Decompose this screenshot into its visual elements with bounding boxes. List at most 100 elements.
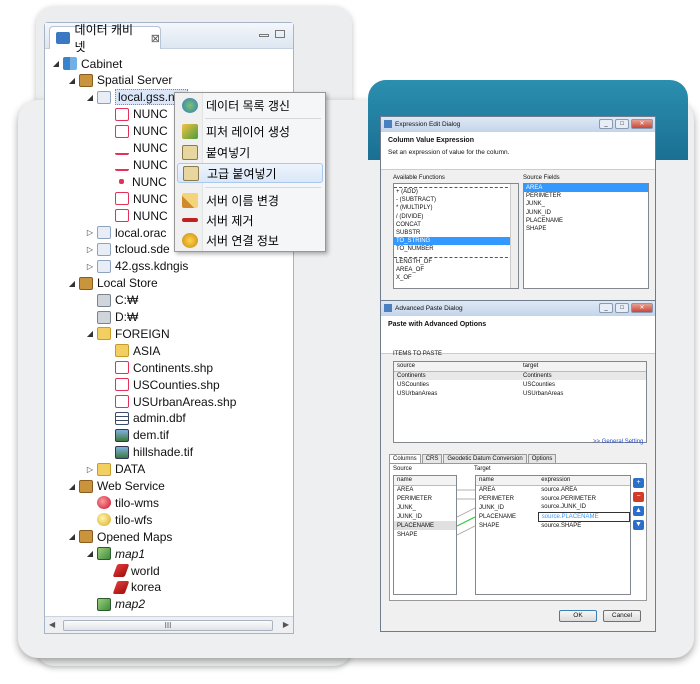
tree-node[interactable]: tilo-wms <box>85 494 159 511</box>
tree-node[interactable]: NUNC <box>103 156 168 173</box>
tree-node[interactable]: ASIA <box>103 342 160 359</box>
source-columns-list[interactable]: name AREA PERIMETER JUNK_ JUNK_ID PLACENAME S… <box>393 475 457 595</box>
maximize-button[interactable] <box>275 30 285 38</box>
functions-list[interactable]: + (ADD) - (SUBTRACT) * (MULTIPLY) / (DIVIDE… <box>393 183 519 289</box>
source-fields-list[interactable]: AREA PERIMETER JUNK_ JUNK_ID PLACENAME SHAPE <box>523 183 649 289</box>
tree-node[interactable]: NUNC <box>103 123 168 140</box>
table-row[interactable]: SHAPE source.SHAPE <box>476 521 630 530</box>
menu-item-connection-info[interactable]: 서버 연결 정보 <box>177 230 323 250</box>
table-row[interactable]: JUNK_ <box>394 503 456 512</box>
table-row[interactable]: PERIMETER source.PERIMETER <box>476 494 630 503</box>
tree-node[interactable]: ◢ Spatial Server <box>67 72 172 89</box>
tab-datum-conversion[interactable]: Geodetic Datum Conversion <box>443 454 527 463</box>
tree-node[interactable]: NUNC <box>103 173 167 190</box>
tree-node[interactable]: dem.tif <box>103 427 169 444</box>
column-header-source[interactable]: source <box>394 362 520 372</box>
close-button[interactable]: ✕ <box>631 119 653 129</box>
scroll-left-icon[interactable]: ◀ <box>49 620 55 629</box>
function-item[interactable]: CONCAT <box>394 221 518 229</box>
add-column-button[interactable]: + <box>633 478 644 488</box>
tab-crs[interactable]: CRS <box>421 454 443 463</box>
vertical-scrollbar[interactable] <box>510 184 518 288</box>
source-field-item[interactable]: JUNK_ID <box>524 209 648 217</box>
menu-item-remove-server[interactable]: 서버 제거 <box>177 210 323 230</box>
function-item[interactable]: + (ADD) <box>394 188 518 196</box>
menu-item-create-feature-layer[interactable]: 피처 레이어 생성 <box>177 121 323 141</box>
table-row[interactable]: AREA <box>394 485 456 494</box>
tab-cabinet[interactable]: 데이터 캐비넷 ⊠ <box>49 23 161 54</box>
tree-node[interactable]: ◢ local.gss.n... <box>85 89 188 106</box>
table-row[interactable]: JUNK_ID source.JUNK_ID <box>476 503 630 512</box>
tree-node[interactable]: NUNC <box>103 140 168 157</box>
scroll-right-icon[interactable]: ▶ <box>283 620 289 629</box>
tree-node[interactable]: map2 <box>85 596 145 613</box>
tree-node[interactable]: ◢ Opened Maps <box>67 528 172 545</box>
close-icon[interactable]: ⊠ <box>151 32 160 45</box>
expand-toggle-icon[interactable]: ◢ <box>67 279 77 288</box>
function-item[interactable]: TO_NUMBER <box>394 245 518 253</box>
scroll-thumb[interactable]: III <box>63 620 273 631</box>
minimize-button[interactable] <box>259 34 269 37</box>
expand-toggle-icon[interactable]: ▷ <box>85 465 95 474</box>
ok-button[interactable]: OK <box>559 610 597 622</box>
menu-item-paste[interactable]: 붙여넣기 <box>177 142 323 162</box>
source-field-item[interactable]: JUNK_ <box>524 200 648 208</box>
target-columns-table[interactable]: name expression AREA source.AREA PERIMETER… <box>475 475 631 595</box>
function-item[interactable]: X_OF <box>394 274 518 282</box>
items-table[interactable]: source target Continents Continents USCoun… <box>393 361 647 443</box>
table-row[interactable]: USUrbanAreas USUrbanAreas <box>394 389 646 398</box>
tree-node[interactable]: D:₩ <box>85 309 138 326</box>
table-row[interactable]: PLACENAME <box>394 521 456 530</box>
table-cell[interactable]: source.PLACENAME <box>537 511 630 522</box>
tree-node[interactable]: world <box>103 562 160 579</box>
expand-toggle-icon[interactable]: ◢ <box>85 93 95 102</box>
function-item[interactable]: LENGTH_OF <box>394 258 518 266</box>
tree-node[interactable]: ▷ tcloud.sde <box>85 241 170 258</box>
table-row[interactable]: SHAPE <box>394 530 456 539</box>
table-row[interactable]: JUNK_ID <box>394 512 456 521</box>
minimize-button[interactable]: _ <box>599 119 613 129</box>
tree-node[interactable]: ▷ local.orac <box>85 224 166 241</box>
menu-item-refresh-list[interactable]: 데이터 목록 갱신 <box>177 95 323 115</box>
tree-node[interactable]: ◢ FOREIGN <box>85 325 170 342</box>
column-header-expression[interactable]: expression <box>538 476 630 486</box>
tree-node[interactable]: korea <box>103 579 161 596</box>
move-down-button[interactable]: ▼ <box>633 520 644 530</box>
move-up-button[interactable]: ▲ <box>633 506 644 516</box>
tree-node[interactable]: admin.dbf <box>103 410 186 427</box>
tree-node[interactable]: NUNC <box>103 106 168 123</box>
function-item[interactable]: AREA_OF <box>394 266 518 274</box>
source-field-item[interactable]: AREA <box>524 184 648 193</box>
maximize-button[interactable]: □ <box>615 303 629 313</box>
column-header-target[interactable]: target <box>520 362 646 372</box>
tree-node[interactable]: ◢ Cabinet <box>51 55 122 72</box>
function-item[interactable]: / (DIVIDE) <box>394 213 518 221</box>
function-item[interactable]: TO_STRING <box>394 237 518 246</box>
tree-node[interactable]: NUNC <box>103 207 168 224</box>
column-header-name[interactable]: name <box>476 476 539 486</box>
tree-node[interactable]: C:₩ <box>85 292 138 309</box>
maximize-button[interactable]: □ <box>615 119 629 129</box>
expand-toggle-icon[interactable]: ◢ <box>85 549 95 558</box>
expand-toggle-icon[interactable]: ▷ <box>85 262 95 271</box>
table-row[interactable]: AREA source.AREA <box>476 485 630 494</box>
expand-toggle-icon[interactable]: ▷ <box>85 228 95 237</box>
table-row[interactable]: USCounties USCounties <box>394 380 646 389</box>
horizontal-scrollbar[interactable]: ◀ III ▶ <box>45 616 293 633</box>
tree-node[interactable]: ◢ Web Service <box>67 478 165 495</box>
expand-toggle-icon[interactable]: ◢ <box>51 59 61 68</box>
general-setting-link[interactable]: >> General Setting <box>593 439 643 445</box>
tab-columns[interactable]: Columns <box>389 454 421 463</box>
source-field-item[interactable]: PERIMETER <box>524 192 648 200</box>
close-button[interactable]: ✕ <box>631 303 653 313</box>
menu-item-rename-server[interactable]: 서버 이름 변경 <box>177 190 323 210</box>
tree-node[interactable]: hillshade.tif <box>103 444 193 461</box>
expand-toggle-icon[interactable]: ▷ <box>85 245 95 254</box>
function-item[interactable]: * (MULTIPLY) <box>394 204 518 212</box>
source-field-item[interactable]: PLACENAME <box>524 217 648 225</box>
table-row[interactable]: Continents Continents <box>394 371 646 380</box>
function-item[interactable]: SUBSTR <box>394 229 518 237</box>
source-field-item[interactable]: SHAPE <box>524 225 648 233</box>
expand-toggle-icon[interactable]: ◢ <box>67 482 77 491</box>
expand-toggle-icon[interactable]: ◢ <box>67 532 77 541</box>
